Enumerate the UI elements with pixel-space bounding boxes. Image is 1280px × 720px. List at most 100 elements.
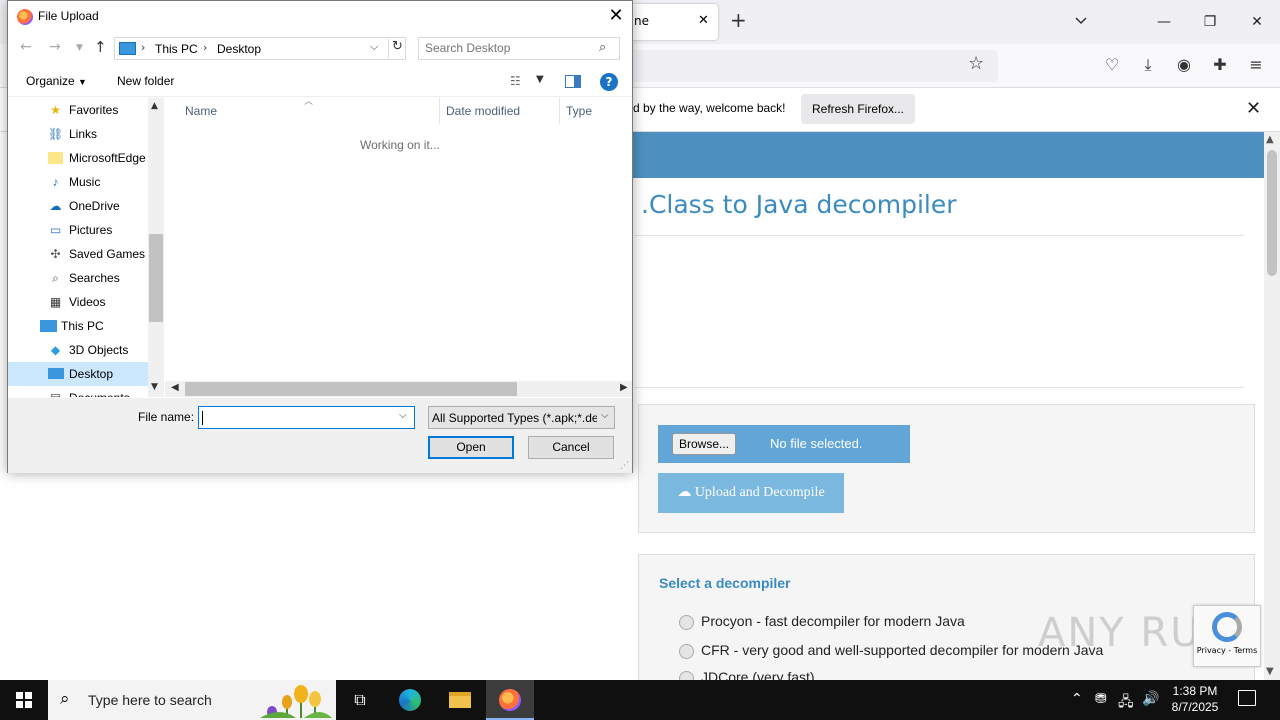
taskbar-search-box[interactable]: ⌕ Type here to search — [48, 680, 336, 720]
new-tab-icon[interactable]: + — [730, 10, 747, 30]
chevron-down-icon[interactable]: ⌵ — [399, 410, 407, 421]
cloud-upload-icon: ☁ — [677, 485, 692, 500]
column-divider[interactable] — [439, 98, 440, 124]
file-name-input[interactable] — [202, 410, 392, 424]
device-icon[interactable]: ⛃ — [1095, 691, 1107, 707]
tab-close-icon[interactable]: ✕ — [698, 13, 709, 28]
radio-button[interactable] — [679, 614, 694, 630]
scrollbar-thumb[interactable] — [185, 382, 517, 396]
task-view-button[interactable]: ⧉ — [336, 680, 384, 720]
scroll-down-icon[interactable]: ▼ — [1266, 666, 1274, 677]
chevron-down-icon[interactable]: ▼ — [536, 74, 544, 85]
tree-item-videos[interactable]: ▦ Videos — [8, 290, 148, 314]
restore-icon[interactable]: ❐ — [1198, 8, 1222, 36]
clock[interactable]: 1:38 PM 8/7/2025 — [1163, 683, 1227, 715]
dialog-close-icon[interactable]: ✕ — [604, 5, 628, 29]
chevron-down-icon[interactable]: ⌵ — [370, 40, 378, 54]
forward-icon[interactable]: → — [49, 39, 61, 55]
scroll-down-icon[interactable]: ▼ — [151, 382, 158, 392]
show-hidden-icons-chevron-up-icon[interactable]: ⌃ — [1071, 691, 1083, 707]
scroll-left-icon[interactable]: ◀ — [171, 382, 179, 393]
breadcrumb-desktop[interactable]: Desktop — [217, 42, 261, 56]
music-icon: ♪ — [52, 175, 59, 189]
organize-button[interactable]: Organize ▼ — [26, 74, 87, 88]
clock-time: 1:38 PM — [1172, 684, 1218, 698]
up-folder-icon[interactable]: ↑ — [94, 38, 107, 56]
volume-icon[interactable]: 🔊 — [1142, 691, 1159, 707]
file-name-combobox[interactable]: ⌵ — [198, 406, 415, 429]
tree-item-saved-games[interactable]: ✣ Saved Games — [8, 242, 148, 266]
column-divider[interactable] — [559, 98, 560, 124]
file-input[interactable]: Browse... No file selected. — [658, 425, 910, 463]
back-icon[interactable]: ← — [20, 39, 32, 55]
start-button[interactable] — [0, 680, 48, 720]
tree-item-documents[interactable]: ▤ Documents — [8, 386, 148, 397]
file-list-scrollbar[interactable]: ◀ ▶ — [165, 381, 632, 397]
refresh-firefox-button[interactable]: Refresh Firefox... — [801, 94, 915, 124]
scroll-up-icon[interactable]: ▲ — [151, 101, 158, 111]
search-icon[interactable]: ⌕ — [599, 40, 606, 55]
menu-icon[interactable]: ≡ — [1246, 55, 1266, 75]
recaptcha-links[interactable]: Privacy - Terms — [1197, 646, 1258, 655]
view-options-icon[interactable]: ☷ — [510, 74, 526, 88]
extensions-icon[interactable]: ✚ — [1210, 55, 1230, 75]
preview-pane-icon[interactable] — [565, 75, 581, 88]
open-button[interactable]: Open — [428, 436, 514, 459]
navigation-scrollbar[interactable]: ▲ ▼ — [148, 98, 164, 397]
notification-close-icon[interactable]: ✕ — [1246, 98, 1261, 119]
decompiler-option[interactable]: JDCore (very fast) — [679, 669, 815, 680]
downloads-icon[interactable]: ⤓ — [1138, 55, 1158, 75]
account-icon[interactable]: ◉ — [1174, 55, 1194, 75]
column-date-modified[interactable]: Date modified — [446, 98, 520, 124]
scroll-up-icon[interactable]: ▲ — [1266, 134, 1274, 145]
address-bar[interactable]: › This PC › Desktop ⌵ ↻ — [114, 37, 406, 60]
decompiler-option[interactable]: Procyon - fast decompiler for modern Jav… — [679, 613, 965, 630]
tree-item-onedrive[interactable]: ☁ OneDrive — [8, 194, 148, 218]
url-bar[interactable] — [600, 50, 998, 82]
file-explorer-taskbar-button[interactable] — [436, 680, 484, 720]
search-field[interactable]: ⌕ — [418, 37, 620, 60]
firefox-taskbar-button[interactable] — [486, 680, 534, 720]
column-type[interactable]: Type — [566, 98, 592, 124]
upload-decompile-button[interactable]: ☁ Upload and Decompile — [658, 473, 844, 513]
file-type-select[interactable]: All Supported Types (*.apk;*.dex;*.jar;*… — [428, 406, 615, 429]
refresh-icon[interactable]: ↻ — [388, 39, 406, 58]
network-icon[interactable]: 🖧 — [1118, 691, 1134, 715]
browser-tab[interactable]: ne ✕ — [620, 4, 718, 40]
radio-button[interactable] — [679, 670, 694, 680]
column-name[interactable]: Name — [185, 98, 217, 124]
cancel-button[interactable]: Cancel — [528, 436, 614, 459]
scroll-right-icon[interactable]: ▶ — [620, 382, 628, 393]
help-icon[interactable]: ? — [600, 73, 618, 91]
tree-item-favorites[interactable]: ★ Favorites — [8, 98, 148, 122]
tree-item-pictures[interactable]: ▭ Pictures — [8, 218, 148, 242]
tree-item-searches[interactable]: ⌕ Searches — [8, 266, 148, 290]
notifications-icon[interactable] — [1238, 690, 1256, 706]
resize-grip-icon[interactable]: ⋰ — [620, 461, 629, 471]
recent-locations-icon[interactable]: ▼ — [76, 43, 83, 53]
page-scrollbar[interactable]: ▲ ▼ — [1264, 132, 1280, 680]
pocket-icon[interactable]: ♡ — [1102, 55, 1122, 75]
scrollbar-thumb[interactable] — [1267, 150, 1277, 276]
tree-item-desktop[interactable]: Desktop — [8, 362, 148, 386]
close-window-icon[interactable]: ✕ — [1245, 8, 1269, 36]
edge-taskbar-button[interactable] — [386, 680, 434, 720]
tree-item-music[interactable]: ♪ Music — [8, 170, 148, 194]
bookmark-star-icon[interactable]: ☆ — [968, 53, 984, 74]
command-bar: Organize ▼ New folder ☷ ▼ ? — [8, 67, 632, 97]
minimize-icon[interactable]: — — [1152, 8, 1176, 36]
breadcrumb-this-pc[interactable]: This PC — [155, 42, 198, 56]
list-tabs-icon[interactable] — [1073, 12, 1089, 28]
tree-item-links[interactable]: ⛓ Links — [8, 122, 148, 146]
browse-button[interactable]: Browse... — [672, 433, 736, 455]
scrollbar-thumb[interactable] — [149, 234, 163, 322]
tree-item-3d-objects[interactable]: ◆ 3D Objects — [8, 338, 148, 362]
chevron-down-icon[interactable]: ⌵ — [601, 410, 609, 421]
recaptcha-badge[interactable]: Privacy - Terms — [1193, 605, 1261, 667]
search-input[interactable] — [425, 41, 595, 55]
radio-button[interactable] — [679, 643, 694, 659]
tree-item-microsoftedge[interactable]: MicrosoftEdge — [8, 146, 148, 170]
tree-item-this-pc[interactable]: This PC — [8, 314, 148, 338]
dialog-titlebar[interactable]: File Upload ✕ — [8, 1, 632, 33]
new-folder-button[interactable]: New folder — [117, 74, 174, 88]
